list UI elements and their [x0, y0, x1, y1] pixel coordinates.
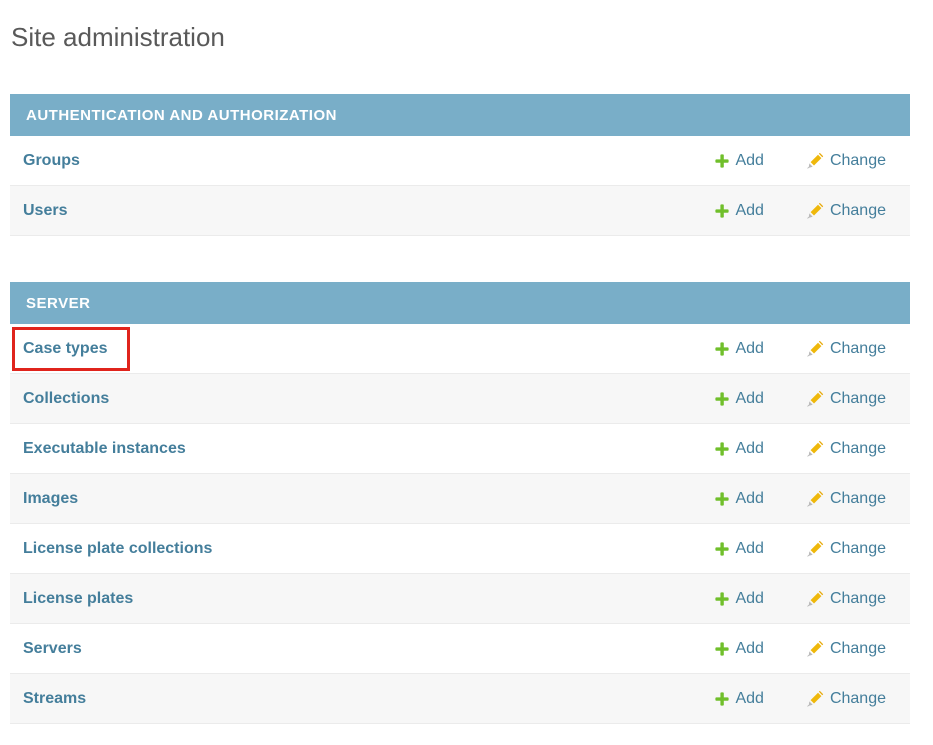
change-pencil-icon: [806, 640, 824, 658]
model-link-collections[interactable]: Collections: [23, 390, 109, 408]
add-plus-icon: [715, 542, 729, 556]
add-plus-icon: [715, 392, 729, 406]
change-label: Change: [830, 540, 886, 558]
change-pencil-icon: [806, 390, 824, 408]
row-actions: Add Change: [715, 540, 886, 558]
table-row-license-plate-collections: License plate collections Add Change: [10, 524, 910, 574]
add-plus-icon: [715, 692, 729, 706]
change-pencil-icon: [806, 152, 824, 170]
add-plus-icon: [715, 442, 729, 456]
section-header-server: SERVER: [10, 282, 910, 324]
add-plus-icon: [715, 342, 729, 356]
change-label: Change: [830, 202, 886, 220]
table-row-license-plates: License plates Add Change: [10, 574, 910, 624]
change-label: Change: [830, 390, 886, 408]
table-row-groups: Groups Add Change: [10, 136, 910, 186]
add-label: Add: [735, 690, 763, 708]
model-link-license-plate-collections[interactable]: License plate collections: [23, 540, 212, 558]
change-link-images[interactable]: Change: [806, 490, 886, 508]
add-link-users[interactable]: Add: [715, 202, 763, 220]
row-actions: Add Change: [715, 340, 886, 358]
change-link-servers[interactable]: Change: [806, 640, 886, 658]
change-pencil-icon: [806, 690, 824, 708]
add-plus-icon: [715, 592, 729, 606]
model-link-executable-instances[interactable]: Executable instances: [23, 440, 186, 458]
row-actions: Add Change: [715, 390, 886, 408]
model-link-images[interactable]: Images: [23, 490, 78, 508]
add-plus-icon: [715, 154, 729, 168]
add-link-images[interactable]: Add: [715, 490, 763, 508]
add-label: Add: [735, 202, 763, 220]
add-link-case-types[interactable]: Add: [715, 340, 763, 358]
change-pencil-icon: [806, 440, 824, 458]
add-label: Add: [735, 540, 763, 558]
change-link-collections[interactable]: Change: [806, 390, 886, 408]
model-link-groups[interactable]: Groups: [23, 152, 80, 170]
add-label: Add: [735, 152, 763, 170]
section-header-auth: AUTHENTICATION AND AUTHORIZATION: [10, 94, 910, 136]
model-link-license-plates[interactable]: License plates: [23, 590, 133, 608]
change-link-streams[interactable]: Change: [806, 690, 886, 708]
table-row-case-types: Case types Add Change: [10, 324, 910, 374]
module-server: SERVER Case types Add Change Collections: [10, 282, 910, 724]
add-label: Add: [735, 640, 763, 658]
row-actions: Add Change: [715, 202, 886, 220]
table-row-servers: Servers Add Change: [10, 624, 910, 674]
row-actions: Add Change: [715, 640, 886, 658]
add-link-streams[interactable]: Add: [715, 690, 763, 708]
change-pencil-icon: [806, 590, 824, 608]
change-pencil-icon: [806, 202, 824, 220]
table-row-executable-instances: Executable instances Add Change: [10, 424, 910, 474]
add-link-license-plate-collections[interactable]: Add: [715, 540, 763, 558]
add-link-collections[interactable]: Add: [715, 390, 763, 408]
row-actions: Add Change: [715, 152, 886, 170]
add-label: Add: [735, 390, 763, 408]
add-link-license-plates[interactable]: Add: [715, 590, 763, 608]
module-auth: AUTHENTICATION AND AUTHORIZATION Groups …: [10, 94, 910, 236]
add-link-executable-instances[interactable]: Add: [715, 440, 763, 458]
change-label: Change: [830, 640, 886, 658]
model-link-streams[interactable]: Streams: [23, 690, 86, 708]
change-pencil-icon: [806, 540, 824, 558]
table-row-collections: Collections Add Change: [10, 374, 910, 424]
change-label: Change: [830, 440, 886, 458]
add-label: Add: [735, 490, 763, 508]
table-row-users: Users Add Change: [10, 186, 910, 236]
change-label: Change: [830, 490, 886, 508]
row-actions: Add Change: [715, 690, 886, 708]
change-link-groups[interactable]: Change: [806, 152, 886, 170]
add-plus-icon: [715, 642, 729, 656]
site-admin-page: Site administration AUTHENTICATION AND A…: [10, 0, 910, 724]
change-pencil-icon: [806, 490, 824, 508]
page-title: Site administration: [11, 0, 910, 53]
table-row-streams: Streams Add Change: [10, 674, 910, 724]
add-label: Add: [735, 440, 763, 458]
add-label: Add: [735, 590, 763, 608]
change-link-users[interactable]: Change: [806, 202, 886, 220]
model-link-servers[interactable]: Servers: [23, 640, 82, 658]
add-link-groups[interactable]: Add: [715, 152, 763, 170]
add-link-servers[interactable]: Add: [715, 640, 763, 658]
change-link-license-plates[interactable]: Change: [806, 590, 886, 608]
change-label: Change: [830, 590, 886, 608]
add-plus-icon: [715, 204, 729, 218]
model-link-case-types[interactable]: Case types: [23, 340, 108, 358]
change-label: Change: [830, 690, 886, 708]
row-actions: Add Change: [715, 490, 886, 508]
table-row-images: Images Add Change: [10, 474, 910, 524]
add-label: Add: [735, 340, 763, 358]
add-plus-icon: [715, 492, 729, 506]
change-label: Change: [830, 152, 886, 170]
change-link-executable-instances[interactable]: Change: [806, 440, 886, 458]
change-pencil-icon: [806, 340, 824, 358]
change-link-case-types[interactable]: Change: [806, 340, 886, 358]
row-actions: Add Change: [715, 590, 886, 608]
row-actions: Add Change: [715, 440, 886, 458]
change-link-license-plate-collections[interactable]: Change: [806, 540, 886, 558]
change-label: Change: [830, 340, 886, 358]
model-link-users[interactable]: Users: [23, 202, 67, 220]
